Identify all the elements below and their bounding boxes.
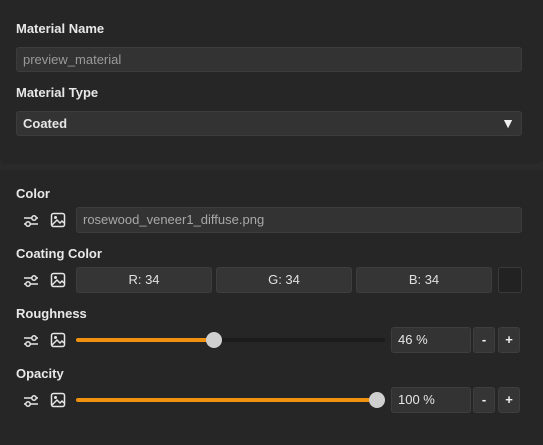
material-type-select[interactable]: Coated ▼ — [16, 111, 522, 136]
roughness-value-input[interactable]: 46 % — [391, 327, 471, 353]
image-icon[interactable] — [49, 331, 67, 349]
blue-channel-input[interactable]: B: 34 — [356, 267, 492, 293]
slider-fill — [76, 338, 215, 342]
roughness-decrement-button[interactable]: - — [473, 327, 495, 353]
sliders-icon[interactable] — [22, 212, 40, 230]
material-name-label: Material Name — [16, 21, 105, 36]
material-type-value: Coated — [23, 116, 68, 131]
sliders-icon[interactable] — [22, 332, 40, 350]
color-label: Color — [16, 186, 50, 201]
opacity-decrement-button[interactable]: - — [473, 387, 495, 413]
triangle-down-icon: ▼ — [501, 115, 515, 131]
roughness-slider[interactable] — [76, 331, 385, 349]
material-settings-panel: Material Name preview_material Material … — [0, 0, 543, 164]
material-type-label: Material Type — [16, 85, 99, 100]
green-channel-input[interactable]: G: 34 — [216, 267, 352, 293]
slider-thumb[interactable] — [369, 392, 385, 408]
opacity-slider[interactable] — [76, 391, 385, 409]
roughness-label: Roughness — [16, 306, 87, 321]
image-icon[interactable] — [49, 391, 67, 409]
slider-fill — [76, 398, 377, 402]
sliders-icon[interactable] — [22, 392, 40, 410]
opacity-value-input[interactable]: 100 % — [391, 387, 471, 413]
image-icon[interactable] — [49, 271, 67, 289]
color-texture-field[interactable]: rosewood_veneer1_diffuse.png — [76, 207, 522, 233]
coating-color-label: Coating Color — [16, 246, 102, 261]
image-icon[interactable] — [49, 211, 67, 229]
slider-thumb[interactable] — [206, 332, 223, 348]
roughness-increment-button[interactable]: + — [498, 327, 520, 353]
opacity-increment-button[interactable]: + — [498, 387, 520, 413]
material-name-input[interactable]: preview_material — [16, 47, 522, 72]
red-channel-input[interactable]: R: 34 — [76, 267, 212, 293]
sliders-icon[interactable] — [22, 272, 40, 290]
coating-color-swatch[interactable] — [498, 267, 522, 293]
opacity-label: Opacity — [16, 366, 64, 381]
